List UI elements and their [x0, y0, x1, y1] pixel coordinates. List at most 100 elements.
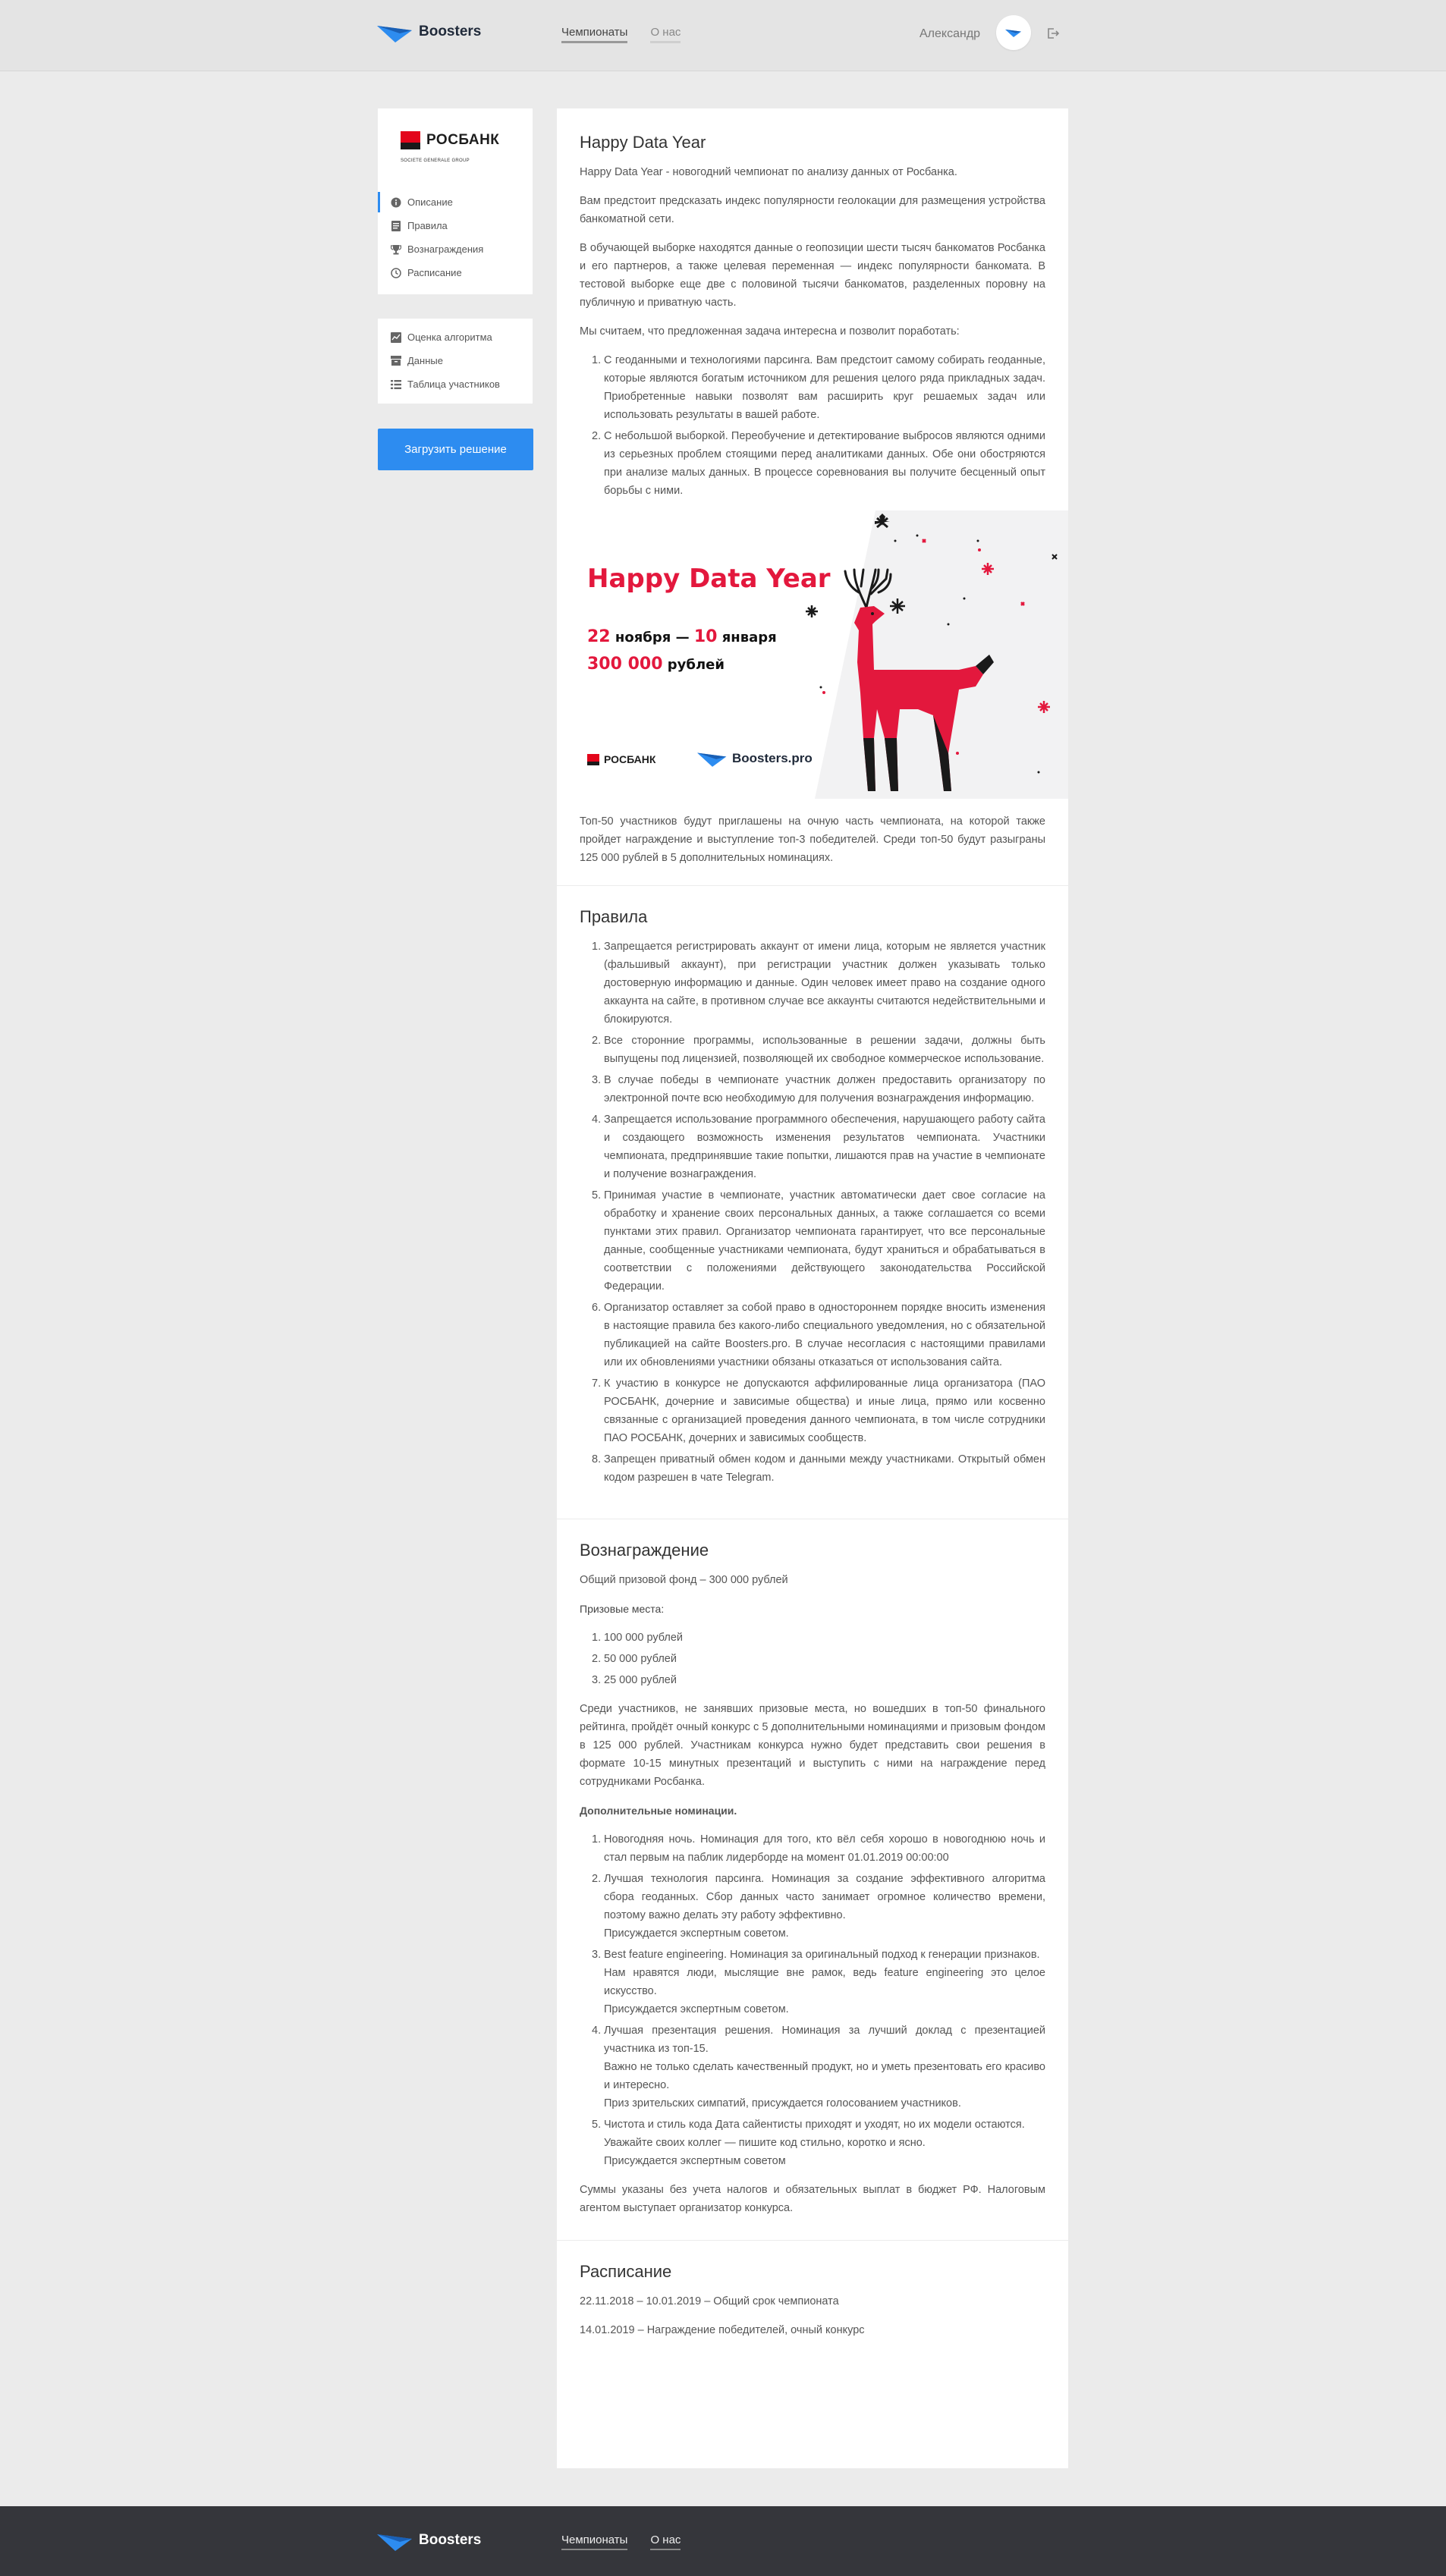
- rewards-nominations-heading: Дополнительные номинации.: [580, 1805, 737, 1817]
- rewards-section: Вознаграждение Общий призовой фонд – 300…: [557, 1519, 1068, 2217]
- sidebar-item-evaluation[interactable]: Оценка алгоритма: [378, 325, 533, 349]
- boosters-logo-icon: [377, 26, 412, 42]
- top-header: Boosters Чемпионаты О нас Александр: [0, 0, 1446, 71]
- description-p5: Топ-50 участников будут приглашены на оч…: [580, 815, 1045, 864]
- list-item: 7. К участию в конкурсе не допускаются аф…: [592, 1378, 1045, 1444]
- rewards-final: Среди участников, не занявших призовые м…: [580, 1703, 1045, 1788]
- logo-text: Boosters: [419, 2532, 482, 2548]
- footer-nav: Чемпионаты О нас: [561, 2534, 703, 2550]
- banner-boosters-logo: Boosters.pro: [697, 750, 813, 767]
- rules-title: Правила: [580, 907, 648, 926]
- list-item: 1. Запрещается регистрировать аккаунт от …: [592, 941, 1045, 1026]
- rosbank-mark-icon: [587, 753, 599, 765]
- footer-nav-championships[interactable]: Чемпионаты: [561, 2534, 628, 2550]
- main-nav: Чемпионаты О нас: [561, 26, 703, 43]
- sidebar-menu: Описание Правила Вознаграждения Расписан…: [378, 190, 533, 284]
- description-p4: Мы считаем, что предложенная задача инте…: [580, 325, 960, 338]
- banner-rosbank-word: РОСБАНК: [604, 753, 656, 765]
- list-item: 4. Запрещается использование программного…: [592, 1114, 1045, 1180]
- rosbank-word: РОСБАНК: [426, 132, 500, 148]
- description-section: Happy Data Year Happy Data Year - нового…: [557, 108, 1068, 500]
- sidebar-item-label: Оценка алгоритма: [407, 331, 492, 343]
- rosbank-logo: РОСБАНК: [401, 131, 499, 149]
- rosbank-mark-icon: [401, 131, 420, 149]
- sidebar-item-label: Данные: [407, 355, 443, 366]
- description-title: Happy Data Year: [580, 133, 706, 152]
- sidebar-brand-card: РОСБАНК SOCIETE GENERALE GROUP Описание …: [378, 108, 533, 294]
- info-icon: [391, 197, 401, 208]
- sidebar-item-label: Расписание: [407, 267, 462, 278]
- schedule-title: Расписание: [580, 2262, 672, 2281]
- sidebar-item-rules[interactable]: Правила: [378, 214, 533, 237]
- banner-date-end-month: января: [721, 630, 777, 646]
- sidebar-item-label: Описание: [407, 196, 453, 208]
- banner-rosbank-logo: РОСБАНК: [587, 753, 655, 765]
- banner-date-end-num: 10: [693, 627, 718, 646]
- promo-banner: Happy Data Year 22 ноября — 10 января 30…: [557, 510, 1068, 799]
- schedule-item: 22.11.2018 – 10.01.2019 – Общий срок чем…: [580, 2295, 839, 2307]
- list-item: 3. Best feature engineering. Номинация з…: [592, 1949, 1045, 2015]
- rewards-places-list: 1. 100 000 рублей 2. 50 000 рублей 3. 25 00…: [592, 1629, 1045, 1689]
- sidebar-item-label: Таблица участников: [407, 379, 500, 390]
- description-p1: Happy Data Year - новогодний чемпионат п…: [580, 166, 957, 178]
- boosters-logo[interactable]: Boosters: [377, 2531, 481, 2551]
- footer-nav-about[interactable]: О нас: [650, 2534, 681, 2550]
- schedule-item: 14.01.2019 – Награждение победителей, оч…: [580, 2324, 865, 2336]
- list-item: 2. Лучшая технология парсинга. Номинация…: [592, 1873, 1045, 1940]
- deer-illustration: [806, 510, 1068, 799]
- sidebar-item-description[interactable]: Описание: [378, 190, 533, 214]
- document-icon: [391, 220, 401, 231]
- list-item: 1. С геоданными и технологиями парсинга. …: [592, 354, 1045, 421]
- user-name[interactable]: Александр: [919, 27, 980, 41]
- banner-boosters-word: Boosters.pro: [732, 751, 813, 765]
- banner-date-start-num: 22: [587, 627, 611, 646]
- page-footer: Boosters Чемпионаты О нас: [0, 2506, 1446, 2576]
- avatar[interactable]: [996, 15, 1031, 50]
- list-item: 2. Все сторонние программы, использованны…: [592, 1035, 1045, 1065]
- banner-date-start-month: ноября: [615, 630, 671, 646]
- list-item: 3. В случае победы в чемпионате участник …: [592, 1074, 1045, 1104]
- sidebar-item-rewards[interactable]: Вознаграждения: [378, 237, 533, 261]
- list-item: 5. Принимая участие в чемпионате, участни…: [592, 1189, 1045, 1293]
- list-icon: [391, 379, 401, 390]
- description-p2: Вам предстоит предсказать индекс популяр…: [580, 195, 1045, 225]
- banner-dates: 22 ноября — 10 января: [587, 627, 777, 646]
- list-item: 3. 25 000 рублей: [592, 1674, 677, 1686]
- list-item: 8. Запрещен приватный обмен кодом и данны…: [592, 1453, 1045, 1484]
- boosters-logo[interactable]: Boosters: [377, 23, 481, 42]
- rewards-places-heading: Призовые места:: [580, 1603, 665, 1615]
- description-p3: В обучающей выборке находятся данные о г…: [580, 242, 1045, 309]
- chart-icon: [391, 331, 401, 343]
- rules-section: Правила 1. Запрещается регистрировать акк…: [557, 886, 1068, 1519]
- list-item: 2. 50 000 рублей: [592, 1653, 677, 1665]
- sidebar-item-label: Вознаграждения: [407, 243, 484, 255]
- rewards-fund: Общий призовой фонд – 300 000 рублей: [580, 1574, 788, 1586]
- rewards-title: Вознаграждение: [580, 1541, 709, 1560]
- list-item: 4. Лучшая презентация решения. Номинация…: [592, 2025, 1045, 2109]
- banner-prize-num: 300 000: [587, 655, 663, 674]
- description-footer-section: Топ-50 участников будут приглашены на оч…: [557, 812, 1068, 867]
- rules-list: 1. Запрещается регистрировать аккаунт от …: [592, 938, 1045, 1487]
- avatar-logo-icon: [1005, 29, 1022, 37]
- sidebar-tools-card: Оценка алгоритма Данные Таблица участник…: [378, 319, 533, 404]
- list-item: 5. Чистота и стиль кода Дата сайентисты …: [592, 2119, 1025, 2167]
- nav-about[interactable]: О нас: [650, 26, 681, 43]
- boosters-logo-icon: [697, 752, 727, 767]
- list-item: 6. Организатор оставляет за собой право в…: [592, 1302, 1045, 1368]
- banner-prize-unit: рублей: [667, 657, 725, 673]
- boosters-logo-icon: [377, 2534, 412, 2551]
- banner-date-dash: —: [675, 630, 690, 646]
- sidebar-item-leaderboard[interactable]: Таблица участников: [378, 372, 533, 396]
- logout-icon[interactable]: [1045, 26, 1061, 41]
- schedule-section: Расписание 22.11.2018 – 10.01.2019 – Общ…: [557, 2241, 1068, 2339]
- sidebar-item-label: Правила: [407, 220, 448, 231]
- clock-icon: [391, 267, 401, 278]
- rosbank-subtitle: SOCIETE GENERALE GROUP: [401, 159, 470, 163]
- logo-text: Boosters: [419, 24, 482, 39]
- sidebar-item-data[interactable]: Данные: [378, 349, 533, 372]
- nav-championships[interactable]: Чемпионаты: [561, 26, 628, 43]
- sidebar-item-schedule[interactable]: Расписание: [378, 261, 533, 284]
- list-item: 1. 100 000 рублей: [592, 1632, 684, 1644]
- upload-solution-button[interactable]: Загрузить решение: [378, 429, 533, 470]
- banner-prize: 300 000 рублей: [587, 655, 725, 674]
